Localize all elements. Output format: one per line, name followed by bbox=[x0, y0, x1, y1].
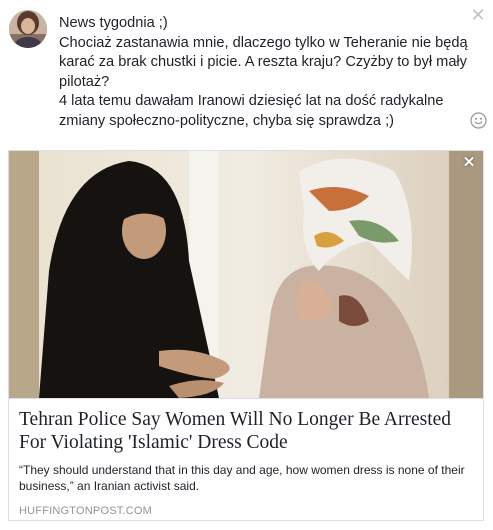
link-preview-card[interactable]: ✕ Tehran Police Say Women Will No Longer… bbox=[8, 150, 484, 521]
smiley-icon[interactable] bbox=[470, 112, 487, 129]
remove-preview-icon[interactable]: ✕ bbox=[461, 155, 477, 171]
link-description: “They should understand that in this day… bbox=[19, 463, 465, 493]
close-icon[interactable]: ✕ bbox=[469, 6, 487, 24]
link-title[interactable]: Tehran Police Say Women Will No Longer B… bbox=[19, 408, 473, 454]
link-preview-caption[interactable]: Tehran Police Say Women Will No Longer B… bbox=[9, 398, 483, 520]
link-preview-image[interactable]: ✕ bbox=[9, 151, 483, 398]
post-text: News tygodnia ;) Chociaż zastanawia mnie… bbox=[59, 15, 468, 129]
link-domain: HUFFINGTONPOST.COM bbox=[19, 505, 152, 517]
avatar[interactable] bbox=[9, 10, 47, 48]
